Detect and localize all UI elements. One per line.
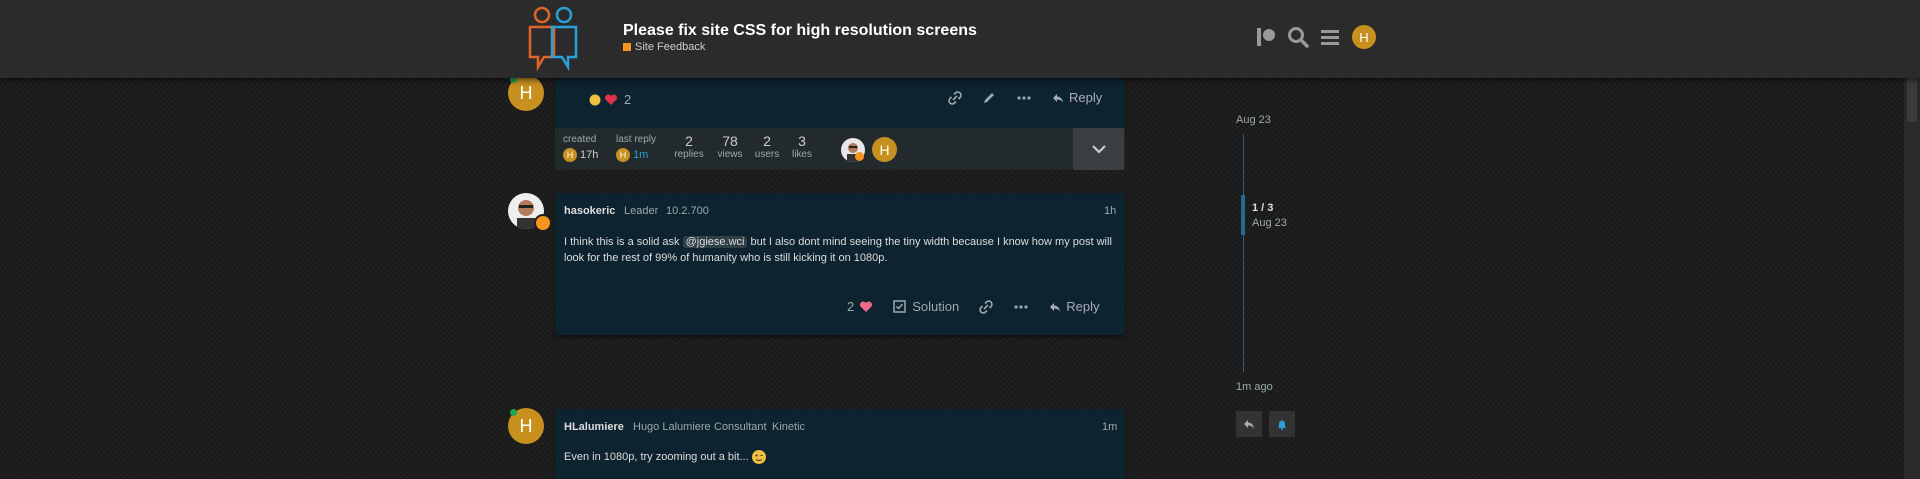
site-logo[interactable]: [526, 5, 582, 73]
reply-label: Reply: [1066, 299, 1100, 314]
user-full-name: Hugo Lalumiere: [633, 421, 711, 433]
category-label: Site Feedback: [635, 41, 706, 53]
leader-badge-icon: [534, 214, 552, 232]
timeline-end-date[interactable]: 1m ago: [1236, 381, 1273, 393]
stat-last-reply: last reply H 1m: [616, 134, 656, 162]
like-count: 2: [847, 299, 855, 314]
topic-title[interactable]: Please fix site CSS for high resolution …: [623, 22, 977, 40]
site-header: Please fix site CSS for high resolution …: [0, 0, 1920, 78]
edit-pencil-icon[interactable]: [982, 91, 996, 105]
clap-emoji-icon: [588, 93, 602, 107]
post-body: I think this is a solid ask @jgiese.wci …: [564, 234, 1119, 266]
stat-created: created H 17h: [563, 134, 598, 162]
likes-value: 3: [798, 133, 806, 149]
post-text-part: but I also dont mind seeing the tiny wid…: [747, 236, 1112, 248]
users-label: users: [754, 149, 780, 160]
mini-avatar: H: [563, 148, 577, 162]
timeline-scroll-handle[interactable]: [1241, 195, 1245, 235]
more-options-icon[interactable]: [1016, 91, 1032, 105]
heart-icon: [860, 300, 873, 312]
solution-button[interactable]: Solution: [893, 299, 959, 314]
hamburger-icon[interactable]: [1318, 25, 1342, 49]
more-options-icon[interactable]: [1013, 300, 1029, 314]
last-reply-value[interactable]: 1m: [633, 149, 648, 161]
timeline-start-date[interactable]: Aug 23: [1236, 114, 1271, 126]
solution-label: Solution: [912, 299, 960, 314]
reply-icon: [1244, 420, 1254, 429]
post-username[interactable]: HLalumiere: [564, 421, 624, 433]
heart-icon: [604, 93, 618, 107]
checkbox-icon: [893, 300, 906, 313]
expand-topic-map-button[interactable]: [1073, 128, 1124, 170]
mini-avatar: H: [616, 148, 630, 162]
reply-icon: [1053, 93, 1063, 103]
stat-replies: 2 replies: [674, 133, 704, 160]
search-icon[interactable]: [1286, 25, 1310, 49]
created-label: created: [563, 134, 597, 145]
reply-icon: [1050, 302, 1061, 312]
notifications-button[interactable]: [1269, 411, 1295, 437]
last-reply-label: last reply: [616, 134, 657, 145]
stat-likes: 3 likes: [787, 133, 817, 160]
online-indicator: [510, 409, 517, 416]
topic-stats-bar: created H 17h last reply H 1m 2 replies …: [555, 128, 1125, 170]
post-text-part: look for the rest of 99% of humanity who…: [564, 252, 888, 264]
timeline-position: 1 / 3: [1252, 202, 1274, 214]
post-card-third: HLalumiere Hugo Lalumiere Consultant Kin…: [555, 409, 1125, 479]
post-text: Even in 1080p, try zooming out a bit...: [564, 451, 749, 463]
reply-button[interactable]: Reply: [1049, 299, 1099, 314]
bell-icon: [1278, 420, 1286, 430]
patreon-icon[interactable]: [1254, 25, 1278, 49]
post-actions-second: 2 Solution Reply: [847, 299, 1099, 314]
participant-avatar[interactable]: H: [872, 137, 897, 162]
user-avatar[interactable]: H: [1352, 25, 1376, 49]
reactions-count: 2: [624, 92, 632, 107]
user-title: Leader: [624, 205, 659, 217]
post-text-part: I think this is a solid ask: [564, 236, 683, 248]
users-value: 2: [763, 133, 771, 149]
post-time[interactable]: 1h: [1104, 205, 1116, 217]
user-mention[interactable]: @jgiese.wci: [682, 236, 748, 248]
replies-label: replies: [674, 149, 704, 160]
post-time[interactable]: 1m: [1102, 421, 1117, 433]
reply-to-topic-button[interactable]: [1236, 411, 1262, 437]
chevron-down-icon: [1091, 145, 1106, 154]
post-actions-first: Reply: [948, 90, 1102, 105]
category-badge[interactable]: Site Feedback: [623, 41, 705, 53]
reactions-row[interactable]: 2: [588, 92, 631, 107]
winking-face-emoji-icon: [751, 450, 766, 464]
post-username[interactable]: hasokeric: [564, 205, 615, 217]
stat-users: 2 users: [752, 133, 782, 160]
like-button[interactable]: 2: [847, 299, 873, 314]
user-title: Consultant: [714, 421, 767, 433]
post-card-second: hasokeric Leader 10.2.700 1h I think thi…: [555, 193, 1125, 335]
replies-value: 2: [685, 133, 693, 149]
user-flair: Kinetic: [772, 421, 806, 433]
user-flair: 10.2.700: [666, 205, 709, 217]
views-value: 78: [722, 133, 738, 149]
likes-label: likes: [791, 149, 812, 160]
reply-button[interactable]: Reply: [1052, 90, 1102, 105]
views-label: views: [717, 149, 743, 160]
badge-icon: [855, 152, 864, 161]
post-body: Even in 1080p, try zooming out a bit...: [564, 449, 767, 465]
created-value: 17h: [580, 149, 599, 161]
timeline-scroll-track[interactable]: [1243, 134, 1244, 372]
category-color-square: [623, 43, 631, 51]
link-icon[interactable]: [948, 90, 962, 105]
stat-views: 78 views: [715, 133, 745, 160]
timeline-position-date: Aug 23: [1252, 217, 1287, 229]
link-icon[interactable]: [979, 299, 993, 314]
reply-label: Reply: [1069, 90, 1103, 105]
